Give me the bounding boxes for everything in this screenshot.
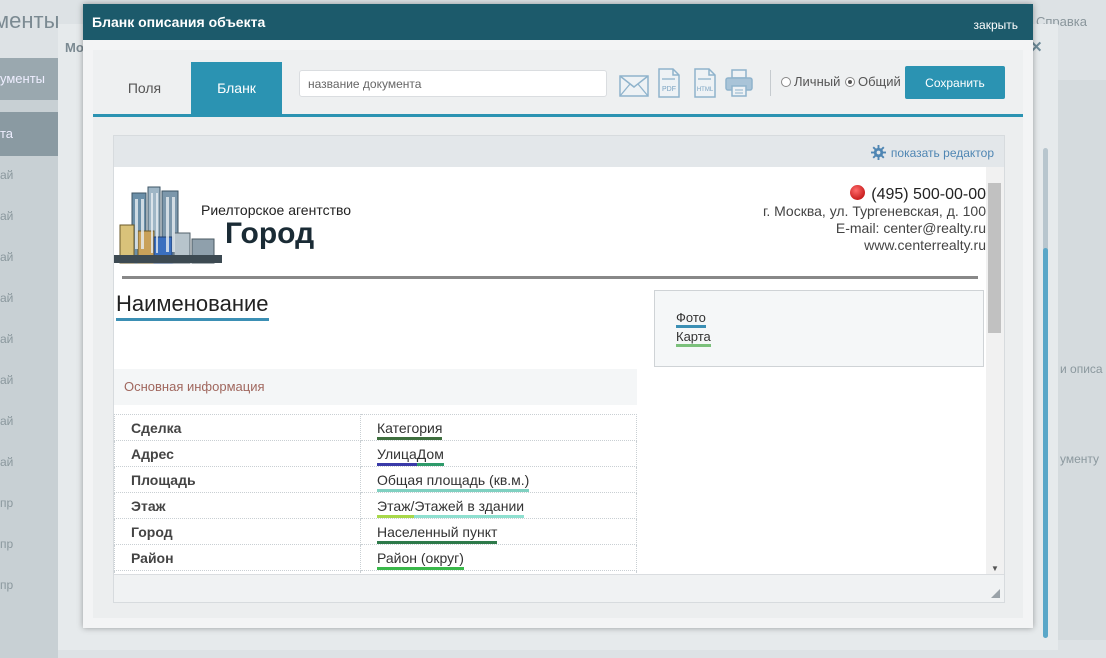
document-preview: показать редактор Риелторское агентство … (113, 135, 1005, 603)
property-key: Район (114, 544, 361, 571)
background-sidebar-item: ай (0, 250, 14, 264)
background-page-title: менты (0, 8, 60, 33)
scroll-down-icon[interactable]: ▼ (991, 564, 999, 573)
property-value: Общая площадь (кв.м.) (360, 466, 637, 493)
show-editor-label: показать редактор (890, 146, 994, 160)
field-house: Дом (416, 445, 444, 466)
object-description-modal: Бланк описания объекта закрыть Поля Блан… (83, 4, 1033, 628)
background-sidebar-item: ументы (0, 58, 58, 100)
property-key: Этаж (114, 492, 361, 519)
tab-fields[interactable]: Поля (99, 62, 190, 114)
visibility-private-option[interactable]: Личный (781, 74, 840, 89)
toolbar: Поля Бланк PDF (93, 50, 1023, 117)
phone-icon (850, 185, 866, 200)
pdf-icon[interactable]: PDF (657, 68, 681, 103)
modal-body: Поля Бланк PDF (93, 50, 1023, 618)
section-main-info-title: Основная информация (114, 369, 637, 405)
field-total-area: Общая площадь (кв.м.) (377, 471, 530, 492)
agency-website: www.centerrealty.ru (864, 237, 986, 253)
property-value: УлицаДом (360, 440, 637, 467)
field-street: Улица (377, 445, 417, 466)
background-sidebar-item: пр (0, 496, 14, 510)
gear-icon (870, 145, 886, 160)
document-name-input[interactable] (299, 70, 607, 97)
field-floor: Этаж/ (377, 497, 415, 518)
background-right-panel (1058, 80, 1106, 640)
properties-table: Сделка Категория Адрес УлицаДом Площадь … (114, 414, 637, 575)
property-value: Населенный пункт (360, 518, 637, 545)
printer-icon[interactable] (725, 68, 753, 103)
document-content: Риелторское агентство Город (495) 500-00… (114, 167, 986, 575)
visibility-private-label: Личный (794, 74, 841, 89)
show-editor-link[interactable]: показать редактор (870, 145, 994, 160)
background-sidebar-item: ай (0, 332, 14, 346)
agency-logo-buildings-icon (114, 185, 224, 270)
background-sidebar-item: та (0, 112, 58, 156)
background-dialog-label: Мо (65, 40, 84, 55)
document-bottombar (114, 574, 1004, 602)
background-sidebar-item: ай (0, 455, 14, 469)
property-value: Этаж/Этажей в здании (360, 492, 637, 519)
property-value: Район (округ) (360, 544, 637, 571)
modal-title: Бланк описания объекта (92, 14, 266, 30)
table-row: Сделка Категория (114, 414, 637, 441)
envelope-icon[interactable] (619, 70, 649, 103)
html-icon[interactable]: HTML (693, 68, 717, 103)
toolbar-separator (770, 70, 771, 96)
property-value: Категория (360, 414, 637, 441)
background-scrollbar-thumb (1043, 248, 1048, 638)
agency-name: Город (225, 217, 315, 250)
agency-phone: (495) 500-00-00 (871, 186, 986, 203)
agency-email: E-mail: center@realty.ru (835, 220, 986, 236)
background-sidebar-item: ай (0, 414, 14, 428)
html-icon-label: HTML (697, 87, 714, 93)
modal-header: Бланк описания объекта закрыть (83, 4, 1033, 40)
property-key: Сделка (114, 414, 361, 441)
property-key: Адрес (114, 440, 361, 467)
document-scrollbar[interactable]: ▼ (986, 167, 1004, 575)
photo-link[interactable]: Фото (676, 310, 706, 328)
visibility-public-label: Общий (858, 74, 901, 89)
document-scrollbar-thumb[interactable] (988, 183, 1001, 333)
background-sidebar-item: ай (0, 168, 14, 182)
property-key: Площадь (114, 466, 361, 493)
background-sidebar-item: ай (0, 291, 14, 305)
table-row: Район Район (округ) (114, 544, 637, 571)
save-button[interactable]: Сохранить (905, 66, 1005, 99)
agency-subtitle: Риелторское агентство (201, 202, 352, 218)
table-row: Этаж Этаж/Этажей в здании (114, 492, 637, 519)
object-name-title: Наименование (116, 291, 269, 321)
radio-checked-icon[interactable] (845, 77, 855, 87)
property-key: Город (114, 518, 361, 545)
resize-handle-icon[interactable] (991, 589, 1000, 598)
pdf-icon-label: PDF (662, 86, 676, 93)
background-right-text: и описа (1060, 362, 1103, 376)
document-topbar: показать редактор (114, 136, 1004, 167)
field-locality: Населенный пункт (377, 523, 498, 544)
agency-contacts: (495) 500-00-00 г. Москва, ул. Тургеневс… (763, 185, 986, 254)
background-sidebar-item: пр (0, 578, 14, 592)
background-sidebar-item: ай (0, 373, 14, 387)
agency-address: г. Москва, ул. Тургеневская, д. 100 (762, 203, 986, 219)
field-floors-total: Этажей в здании (414, 497, 525, 518)
radio-icon[interactable] (781, 77, 791, 87)
table-row: Адрес УлицаДом (114, 440, 637, 467)
modal-close-button[interactable]: закрыть (974, 18, 1018, 32)
background-right-text: ументу (1060, 452, 1100, 466)
header-divider (122, 276, 978, 279)
field-category: Категория (377, 419, 443, 440)
background-sidebar-item: пр (0, 537, 14, 551)
tab-blank[interactable]: Бланк (191, 62, 282, 114)
map-link[interactable]: Карта (676, 329, 711, 347)
visibility-public-option[interactable]: Общий (845, 74, 901, 89)
media-box: Фото Карта (654, 290, 984, 367)
table-row: Город Населенный пункт (114, 518, 637, 545)
table-row: Площадь Общая площадь (кв.м.) (114, 466, 637, 493)
field-district: Район (округ) (377, 549, 464, 570)
background-sidebar-item: ай (0, 209, 14, 223)
